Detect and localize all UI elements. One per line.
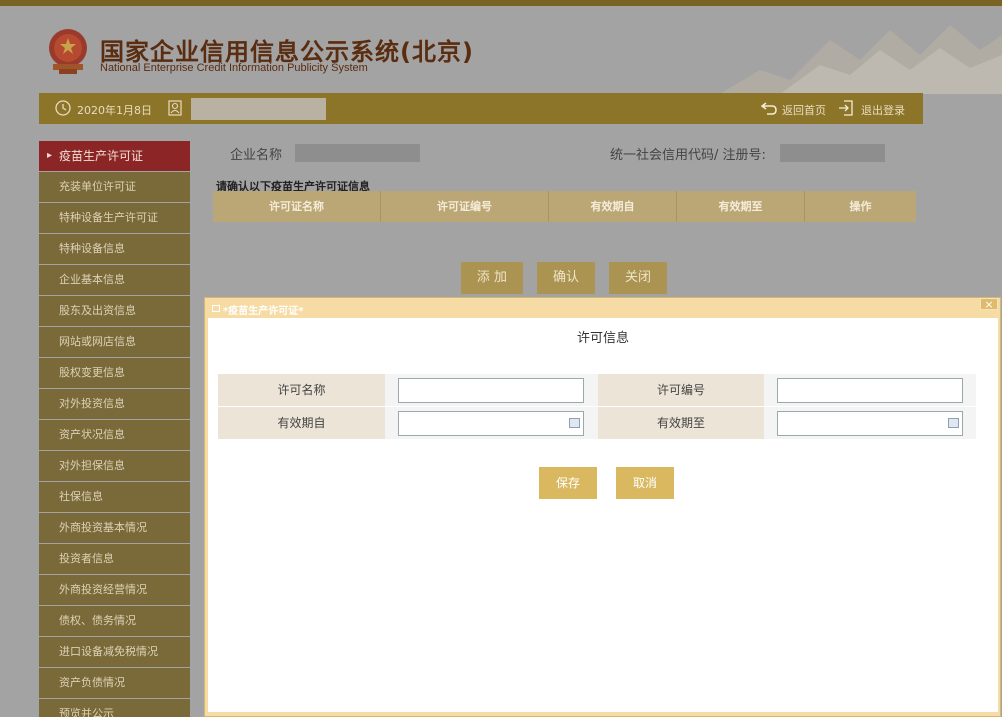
modal-title: *疫苗生产许可证* (223, 306, 304, 317)
logout-link[interactable]: 退出登录 (861, 102, 905, 118)
top-info-bar: 2020年1月8日 返回首页 退出登录 (39, 93, 923, 124)
sidebar-item-assets[interactable]: 资产状况信息 (39, 420, 190, 450)
add-button[interactable]: 添 加 (461, 262, 523, 294)
sidebar-item-equity-changes[interactable]: 股权变更信息 (39, 358, 190, 388)
valid-to-input[interactable] (777, 411, 963, 436)
sidebar-item-special-equipment-license[interactable]: 特种设备生产许可证 (39, 203, 190, 233)
sidebar-item-import-tax[interactable]: 进口设备减免税情况 (39, 637, 190, 667)
column-valid-to: 有效期至 (677, 191, 805, 222)
clock-icon (55, 100, 71, 116)
sidebar-item-preview-publish[interactable]: 预览并公示 (39, 699, 190, 717)
sidebar-item-basic-info[interactable]: 企业基本信息 (39, 265, 190, 295)
confirm-button[interactable]: 确认 (537, 262, 595, 294)
modal-titlebar: *疫苗生产许可证* × (205, 298, 1000, 318)
calendar-icon[interactable] (948, 418, 959, 428)
return-home-link[interactable]: 返回首页 (782, 102, 826, 118)
license-name-input[interactable] (398, 378, 584, 403)
form-title: 许可信息 (576, 331, 629, 346)
sidebar-item-foreign-operations[interactable]: 外商投资经营情况 (39, 575, 190, 605)
return-arrow-icon[interactable] (761, 101, 777, 115)
main-content: 企业名称 统一社会信用代码/ 注册号: 请确认以下疫苗生产许可证信息 许可证名称… (200, 130, 920, 300)
calendar-icon[interactable] (569, 418, 580, 428)
save-button[interactable]: 保存 (539, 467, 597, 499)
valid-from-input[interactable] (398, 411, 584, 436)
license-number-label: 许可编号 (598, 374, 764, 407)
modal-body: 许可信息 许可名称 许可编号 有效期自 有效期至 保存 取消 (208, 318, 998, 712)
column-license-name: 许可证名称 (213, 191, 381, 222)
sidebar-item-debts[interactable]: 债权、债务情况 (39, 606, 190, 636)
user-icon (168, 100, 182, 116)
license-name-label: 许可名称 (218, 374, 385, 407)
valid-from-label: 有效期自 (218, 407, 385, 440)
credit-code-label: 统一社会信用代码/ 注册号: (610, 148, 766, 163)
sidebar-item-shareholders[interactable]: 股东及出资信息 (39, 296, 190, 326)
sidebar-item-guarantees[interactable]: 对外担保信息 (39, 451, 190, 481)
redacted-company-name (295, 144, 420, 162)
license-table-header: 许可证名称 许可证编号 有效期自 有效期至 操作 (213, 191, 916, 222)
national-emblem-icon (49, 29, 87, 74)
license-form: 许可名称 许可编号 有效期自 有效期至 (218, 374, 976, 440)
redacted-username (191, 98, 326, 120)
sidebar-item-investors[interactable]: 投资者信息 (39, 544, 190, 574)
license-number-cell (764, 374, 976, 407)
top-strip (0, 0, 1002, 6)
column-valid-from: 有效期自 (549, 191, 677, 222)
sidebar-item-social-security[interactable]: 社保信息 (39, 482, 190, 512)
sidebar-item-websites[interactable]: 网站或网店信息 (39, 327, 190, 357)
sidebar-item-foreign-basic[interactable]: 外商投资基本情况 (39, 513, 190, 543)
sidebar-item-balance-sheet[interactable]: 资产负债情况 (39, 668, 190, 698)
sidebar-item-special-equipment-info[interactable]: 特种设备信息 (39, 234, 190, 264)
valid-to-label: 有效期至 (598, 407, 764, 440)
column-license-number: 许可证编号 (381, 191, 549, 222)
close-button[interactable]: 关闭 (609, 262, 667, 294)
license-name-cell (385, 374, 598, 407)
logout-icon[interactable] (838, 100, 853, 116)
sidebar-item-filling-license[interactable]: 充装单位许可证 (39, 172, 190, 202)
company-name-label: 企业名称 (230, 148, 283, 163)
valid-to-cell (764, 407, 976, 440)
modal-close-icon[interactable]: × (980, 298, 998, 310)
sidebar-menu: 疫苗生产许可证 充装单位许可证 特种设备生产许可证 特种设备信息 企业基本信息 … (39, 141, 190, 717)
redacted-credit-code (780, 144, 885, 162)
site-subtitle: National Enterprise Credit Information P… (100, 62, 368, 74)
window-icon (212, 305, 220, 312)
column-actions: 操作 (849, 200, 872, 213)
current-date: 2020年1月8日 (77, 104, 152, 117)
license-number-input[interactable] (777, 378, 963, 403)
sidebar-item-vaccine-license[interactable]: 疫苗生产许可证 (39, 141, 190, 171)
cancel-button[interactable]: 取消 (616, 467, 674, 499)
valid-from-cell (385, 407, 598, 440)
mountain-illustration (720, 25, 1002, 94)
sidebar-item-investments[interactable]: 对外投资信息 (39, 389, 190, 419)
license-modal: *疫苗生产许可证* × 许可信息 许可名称 许可编号 有效期自 有效期至 保存 … (204, 297, 1001, 717)
